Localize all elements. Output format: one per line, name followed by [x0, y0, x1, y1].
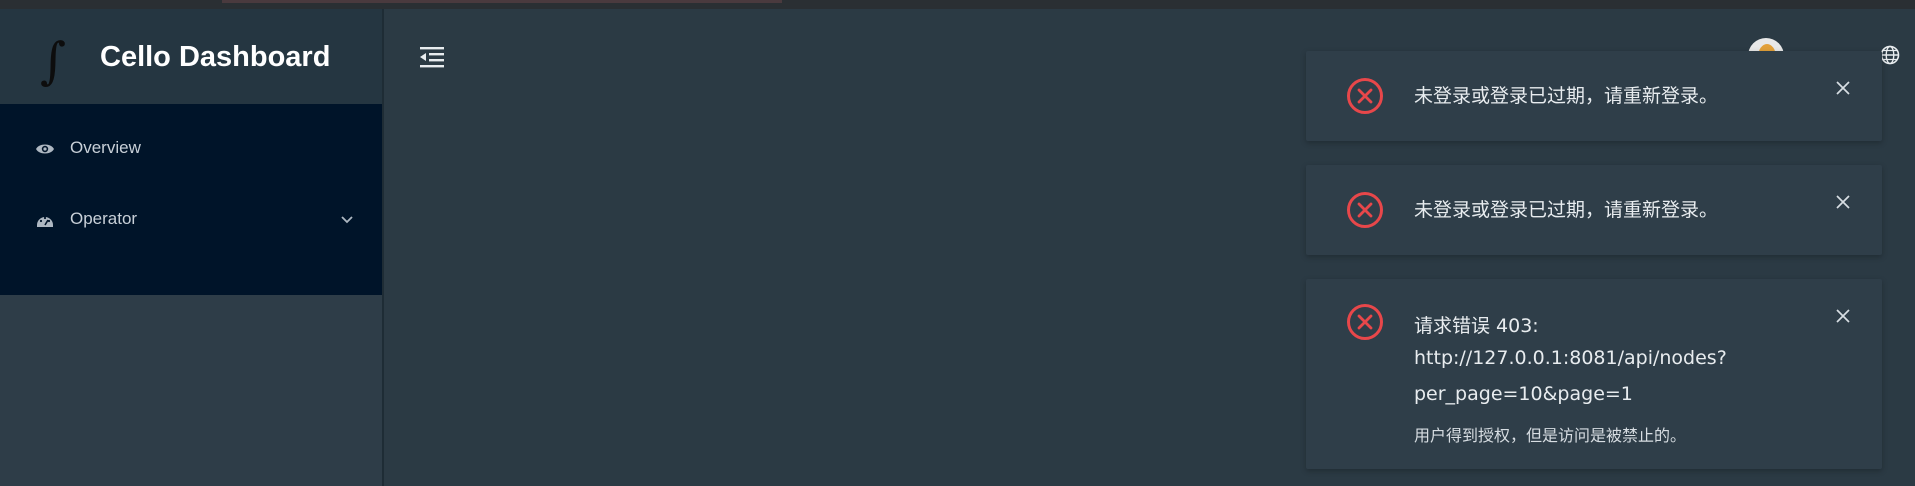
notification-message: 未登录或登录已过期，请重新登录。 [1414, 85, 1719, 107]
error-notification: 请求错误 403: http://127.0.0.1:8081/api/node… [1306, 279, 1882, 469]
sidebar-item-label: Overview [70, 138, 141, 157]
globe-icon[interactable] [1879, 44, 1901, 66]
error-notification: 未登录或登录已过期，请重新登录。 [1306, 165, 1882, 255]
sidebar-item-overview[interactable]: Overview [0, 124, 382, 174]
close-circle-icon [1346, 77, 1384, 115]
app-title[interactable]: Cello Dashboard [100, 41, 330, 74]
sidebar-item-operator[interactable]: Operator [0, 195, 382, 245]
error-notification: 未登录或登录已过期，请重新登录。 [1306, 51, 1882, 141]
notification-title: per_page=10&page=1 [1414, 383, 1633, 405]
close-circle-icon [1346, 303, 1384, 341]
close-icon[interactable] [1834, 79, 1852, 97]
sidebar-menu: Overview Operator [0, 104, 382, 295]
browser-tab-highlight [222, 0, 782, 3]
close-icon[interactable] [1834, 307, 1852, 325]
menu-fold-icon[interactable] [417, 42, 447, 72]
sidebar: ∫ Cello Dashboard Overview Operator [0, 9, 382, 486]
logo-icon: ∫ [40, 32, 67, 90]
notification-description: 用户得到授权，但是访问是被禁止的。 [1414, 426, 1687, 445]
logo-bar: ∫ Cello Dashboard [0, 9, 382, 104]
chevron-down-icon[interactable] [338, 211, 356, 229]
browser-top-strip [0, 0, 1915, 9]
sidebar-divider [382, 9, 384, 486]
notification-message: 未登录或登录已过期，请重新登录。 [1414, 199, 1719, 221]
notification-title: http://127.0.0.1:8081/api/nodes? [1414, 347, 1727, 369]
close-circle-icon [1346, 191, 1384, 229]
close-icon[interactable] [1834, 193, 1852, 211]
sidebar-item-label: Operator [70, 209, 138, 228]
notification-title: 请求错误 403: [1414, 315, 1539, 337]
dashboard-gauge-icon [35, 210, 55, 230]
eye-icon [35, 139, 55, 159]
